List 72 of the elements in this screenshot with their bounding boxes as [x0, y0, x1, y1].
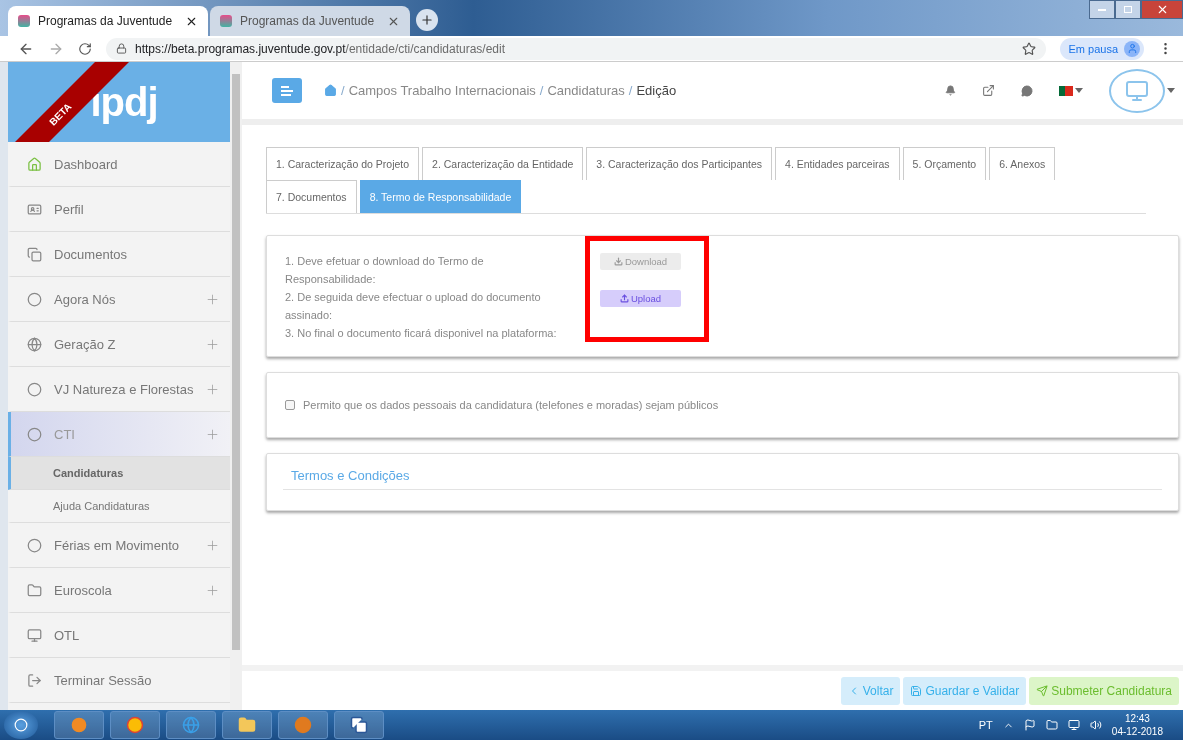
restore-button[interactable] [1115, 0, 1141, 19]
step-tab[interactable]: 5. Orçamento [902, 147, 987, 180]
step-tab[interactable]: 6. Anexos [989, 147, 1056, 180]
step-tab[interactable]: 7. Documentos [266, 180, 357, 213]
menu-icon [281, 85, 293, 96]
external-link-icon[interactable] [982, 84, 995, 97]
clock[interactable]: 12:43 04-12-2018 [1111, 712, 1163, 738]
chat-icon[interactable] [1021, 84, 1033, 97]
minimize-button[interactable] [1089, 0, 1115, 19]
menu-toggle-button[interactable] [272, 78, 302, 103]
emblem-icon [27, 537, 42, 553]
emblem-icon [27, 381, 42, 397]
step-tab[interactable]: 4. Entidades parceiras [775, 147, 900, 180]
volume-icon[interactable] [1089, 719, 1102, 731]
sidebar-subitem[interactable]: Candidaturas [8, 457, 230, 490]
browser-tab[interactable]: Programas da Juventude [8, 6, 208, 36]
breadcrumb-link[interactable]: Candidaturas [547, 83, 625, 98]
instruction-text: 2. De seguida deve efectuar o upload do documento assinado: [285, 290, 542, 323]
breadcrumb-link[interactable]: Campos Trabalho Internacionais [348, 83, 536, 98]
step-tab[interactable]: 3. Caracterização dos Participantes [586, 147, 773, 180]
consent-label: Permito que os dados pessoais da candidatura (telefones e moradas) sejam públicos [303, 399, 719, 411]
step-tab[interactable]: 8. Termo de Responsabilidade [359, 180, 522, 213]
browser-tab[interactable]: Programas da Juventude [210, 6, 410, 36]
plus-icon [420, 13, 434, 27]
bell-icon[interactable] [945, 85, 956, 96]
start-button[interactable] [4, 711, 38, 739]
instruction-text: 3. No final o documento ficará disponivel na plataforma: [285, 326, 557, 341]
step-tab[interactable]: 1. Caracterização do Projeto [266, 147, 420, 180]
avatar-icon [1124, 40, 1140, 57]
language-indicator[interactable]: PT [978, 719, 993, 731]
reload-icon[interactable] [78, 41, 92, 56]
home-icon [27, 156, 42, 172]
flag-icon[interactable] [1023, 719, 1036, 731]
site-favicon [18, 15, 30, 27]
lock-icon [116, 43, 127, 54]
document-taskbar-icon[interactable] [334, 711, 384, 739]
star-icon[interactable] [1022, 41, 1037, 56]
consent-checkbox[interactable] [285, 400, 295, 410]
logout-icon [27, 672, 42, 688]
language-selector[interactable] [1059, 85, 1083, 96]
new-tab-button[interactable] [416, 9, 438, 31]
tab-title: Programas da Juventude [38, 14, 174, 28]
url-text: https://beta.programas.juventude.gov.pt/entidade/cti/candidaturas/edit [135, 41, 507, 56]
home-icon[interactable] [324, 84, 337, 97]
logo-text: ipdj [90, 79, 158, 125]
upload-icon [619, 294, 629, 303]
folder-icon [27, 582, 42, 598]
instruction-text: 1. Deve efetuar o download do Termo de Responsabilidade: [285, 254, 485, 287]
avatar-illustration [1109, 68, 1165, 113]
step-tab[interactable]: 2. Caracterização da Entidade [422, 147, 584, 180]
paper-plane-icon [1036, 684, 1049, 697]
emblem-icon [27, 291, 42, 307]
breadcrumb-separator: / [628, 83, 633, 98]
site-favicon [220, 15, 232, 27]
download-icon [613, 257, 623, 266]
scrollbar-thumb[interactable] [232, 74, 240, 650]
monitor-icon [27, 627, 42, 643]
upload-button[interactable]: Upload [600, 290, 681, 307]
emblem-icon [27, 426, 42, 442]
profile-button[interactable]: Em pausa [1060, 37, 1144, 60]
close-button[interactable] [1141, 0, 1183, 19]
breadcrumb-separator: / [341, 83, 345, 98]
address-bar[interactable]: https://beta.programas.juventude.gov.pt/entidade/cti/candidaturas/edit [106, 37, 1047, 60]
documents-icon [27, 246, 42, 262]
tab-title: Programas da Juventude [240, 14, 376, 28]
terms-title[interactable]: Termos e Condições [283, 468, 1162, 490]
emblem-icon [27, 336, 42, 352]
folder-taskbar-icon[interactable] [222, 711, 272, 739]
id-card-icon [27, 201, 42, 217]
save-icon [910, 684, 923, 697]
breadcrumb-link[interactable]: Edição [636, 83, 677, 98]
breadcrumb-separator: / [539, 83, 544, 98]
